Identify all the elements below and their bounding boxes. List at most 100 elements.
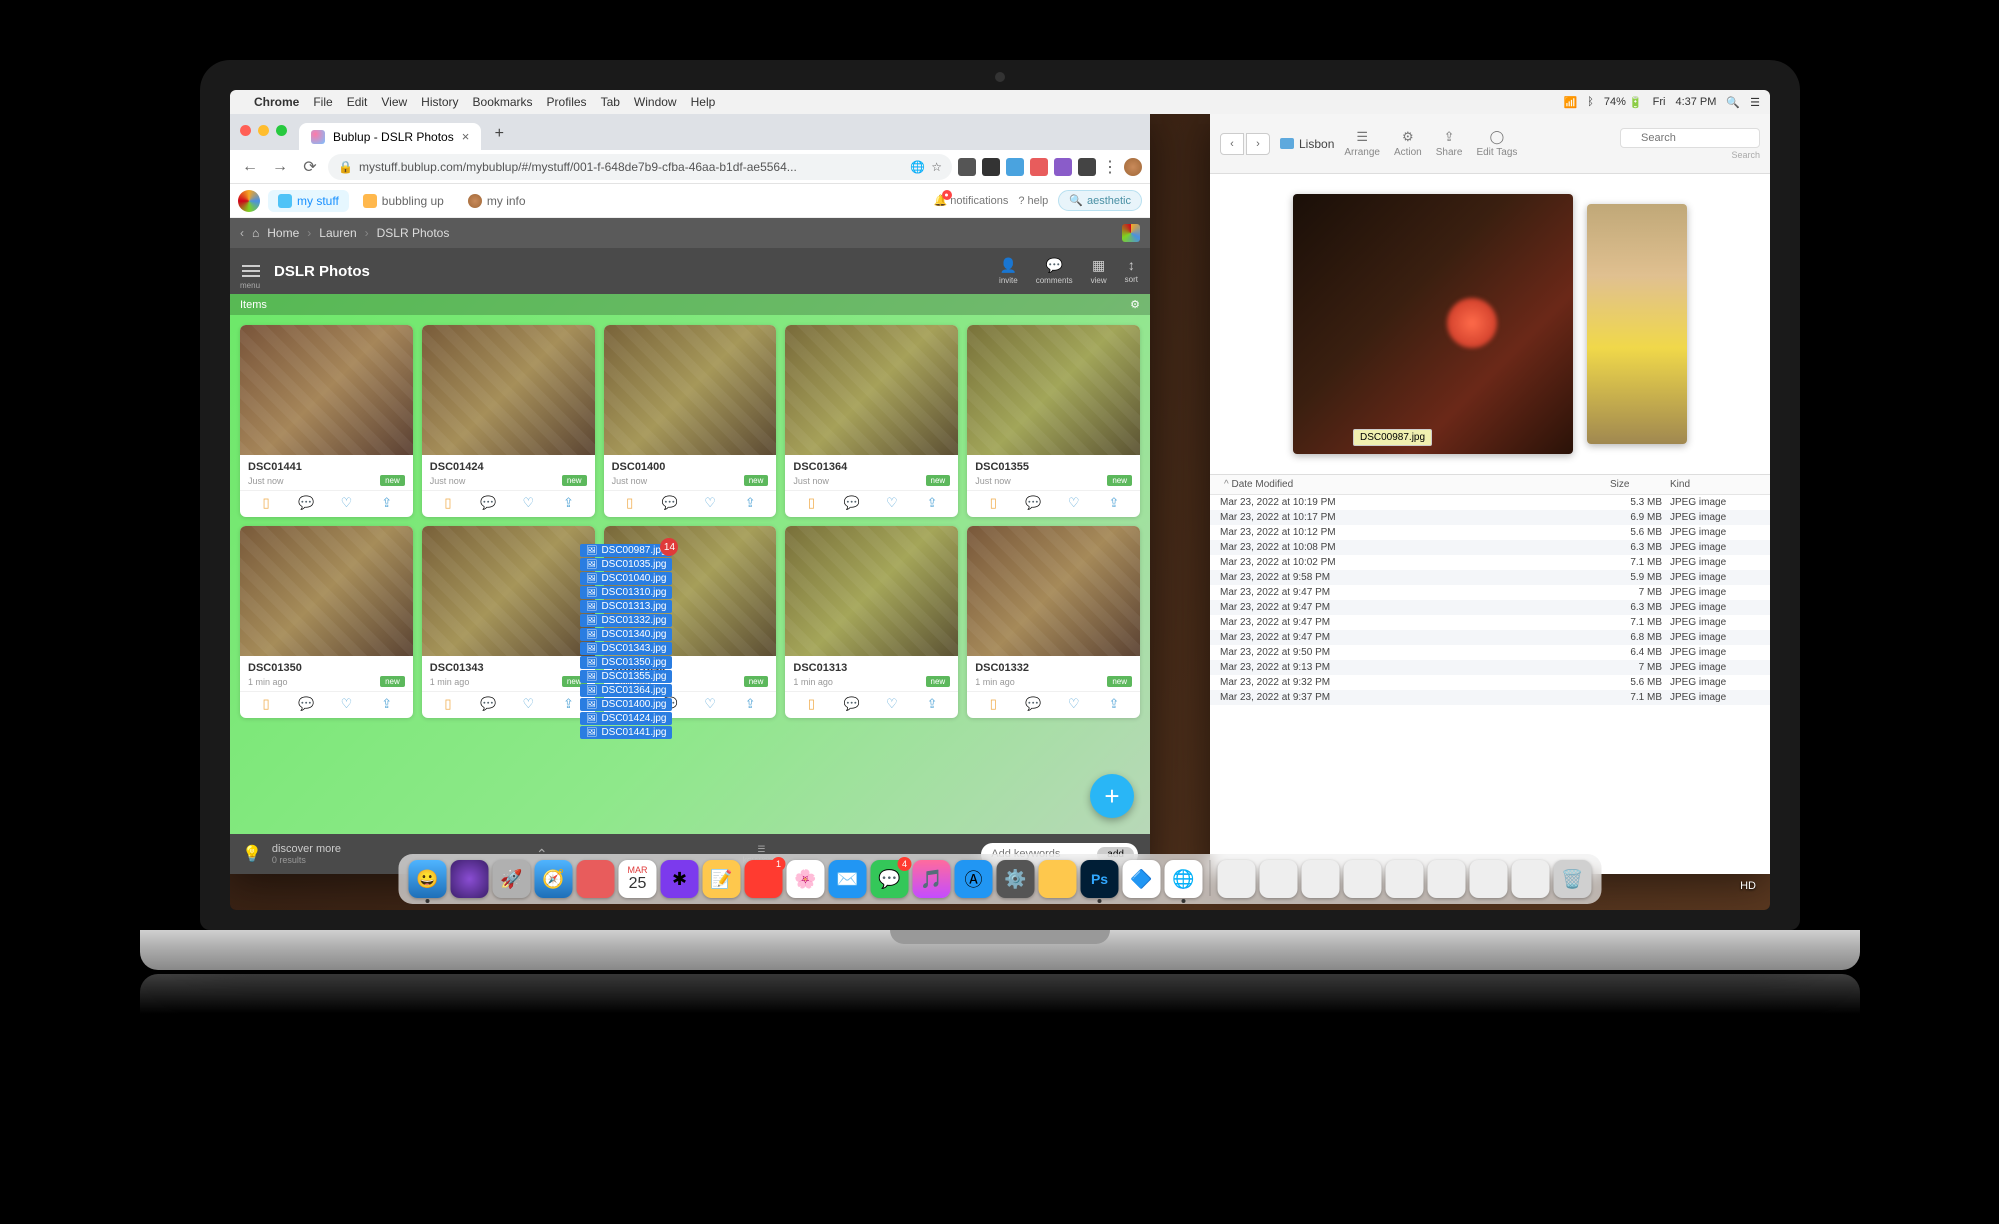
card-action-comment-icon[interactable]: 💬 (1024, 696, 1042, 712)
finder-list-row[interactable]: Mar 23, 2022 at 10:08 PM 6.3 MB JPEG ima… (1210, 540, 1770, 555)
address-bar[interactable]: 🔒 mystuff.bublup.com/mybublup/#/mystuff/… (328, 154, 952, 180)
card-action-file-icon[interactable]: ▯ (439, 495, 457, 511)
finder-arrange-button[interactable]: ☰Arrange (1344, 129, 1380, 158)
extensions-menu-icon[interactable] (1078, 158, 1096, 176)
dock-launchpad-icon[interactable]: 🚀 (493, 860, 531, 898)
breadcrumb-item[interactable]: DSLR Photos (377, 226, 450, 240)
card-action-file-icon[interactable]: ▯ (802, 696, 820, 712)
dock-minimized-window[interactable] (1470, 860, 1508, 898)
photo-card[interactable]: DSC01332 1 min agonew ▯ 💬 ♡ ⇪ (967, 526, 1140, 718)
add-fab-button[interactable]: + (1090, 774, 1134, 818)
finder-list-row[interactable]: Mar 23, 2022 at 9:13 PM 7 MB JPEG image (1210, 660, 1770, 675)
card-action-share-icon[interactable]: ⇪ (559, 495, 577, 511)
finder-list-row[interactable]: Mar 23, 2022 at 9:50 PM 6.4 MB JPEG imag… (1210, 645, 1770, 660)
card-action-share-icon[interactable]: ⇪ (923, 696, 941, 712)
control-center-icon[interactable]: ☰ (1750, 96, 1760, 109)
menubar-item[interactable]: Profiles (547, 95, 587, 109)
comments-button[interactable]: 💬comments (1036, 257, 1073, 285)
breadcrumb-item[interactable]: Lauren (319, 226, 356, 240)
bublup-mini-logo[interactable] (1122, 224, 1140, 242)
card-action-file-icon[interactable]: ▯ (439, 696, 457, 712)
dock-slack-icon[interactable]: 🔷 (1123, 860, 1161, 898)
finder-search-input[interactable] (1620, 128, 1760, 148)
minimize-window-button[interactable] (258, 125, 269, 136)
dock-minimized-window[interactable] (1218, 860, 1256, 898)
maximize-window-button[interactable] (276, 125, 287, 136)
card-action-comment-icon[interactable]: 💬 (297, 495, 315, 511)
card-action-like-icon[interactable]: ♡ (1065, 696, 1083, 712)
desktop-drive-label[interactable]: HD (1740, 880, 1756, 892)
dock-minimized-window[interactable] (1302, 860, 1340, 898)
finder-list-row[interactable]: Mar 23, 2022 at 10:02 PM 7.1 MB JPEG ima… (1210, 555, 1770, 570)
extension-icon[interactable] (1054, 158, 1072, 176)
dock-notes-icon[interactable]: 📝 (703, 860, 741, 898)
menubar-item[interactable]: Window (634, 95, 677, 109)
card-action-like-icon[interactable]: ♡ (337, 495, 355, 511)
menubar-item[interactable]: Help (691, 95, 716, 109)
card-action-share-icon[interactable]: ⇪ (741, 696, 759, 712)
card-action-share-icon[interactable]: ⇪ (559, 696, 577, 712)
card-action-comment-icon[interactable]: 💬 (1024, 495, 1042, 511)
card-action-like-icon[interactable]: ♡ (701, 696, 719, 712)
card-action-comment-icon[interactable]: 💬 (661, 495, 679, 511)
finder-list-row[interactable]: Mar 23, 2022 at 9:47 PM 7 MB JPEG image (1210, 585, 1770, 600)
spotlight-icon[interactable]: 🔍 (1726, 96, 1740, 109)
invite-button[interactable]: 👤invite (999, 257, 1018, 285)
dock-appstore-icon[interactable]: Ⓐ (955, 860, 993, 898)
card-action-share-icon[interactable]: ⇪ (1105, 495, 1123, 511)
wifi-icon[interactable]: 📶 (1564, 96, 1578, 109)
finder-col-size[interactable]: Size (1610, 479, 1670, 490)
browser-forward-button[interactable]: → (268, 155, 292, 179)
dock-app-icon[interactable]: ✱ (661, 860, 699, 898)
breadcrumb-home[interactable]: Home (267, 226, 299, 240)
finder-preview-image[interactable]: DSC00987.jpg (1293, 194, 1573, 454)
photo-card[interactable]: DSC01424 Just nownew ▯ 💬 ♡ ⇪ (422, 325, 595, 517)
dock-music-icon[interactable]: 🎵 (913, 860, 951, 898)
dock-minimized-window[interactable] (1386, 860, 1424, 898)
tab-bubblingup[interactable]: bubbling up (353, 190, 454, 212)
finder-list-row[interactable]: Mar 23, 2022 at 10:17 PM 6.9 MB JPEG ima… (1210, 510, 1770, 525)
translate-icon[interactable]: 🌐 (910, 160, 925, 174)
dock-messages-icon[interactable]: 💬4 (871, 860, 909, 898)
card-action-comment-icon[interactable]: 💬 (479, 495, 497, 511)
dock-siri-icon[interactable] (451, 860, 489, 898)
photo-card[interactable]: DSC01350 1 min agonew ▯ 💬 ♡ ⇪ (240, 526, 413, 718)
dock-reminders-icon[interactable]: 1 (745, 860, 783, 898)
menubar-item[interactable]: File (313, 95, 332, 109)
dock-minimized-window[interactable] (1260, 860, 1298, 898)
dock-minimized-window[interactable] (1428, 860, 1466, 898)
card-action-share-icon[interactable]: ⇪ (923, 495, 941, 511)
photo-card[interactable]: DSC01400 Just nownew ▯ 💬 ♡ ⇪ (604, 325, 777, 517)
notifications-button[interactable]: 🔔●notifications (934, 194, 1009, 207)
finder-tags-button[interactable]: ◯Edit Tags (1476, 129, 1517, 158)
browser-tab[interactable]: Bublup - DSLR Photos × (299, 123, 481, 150)
finder-list-row[interactable]: Mar 23, 2022 at 9:47 PM 6.8 MB JPEG imag… (1210, 630, 1770, 645)
view-button[interactable]: ▦view (1091, 257, 1107, 285)
card-action-file-icon[interactable]: ▯ (984, 495, 1002, 511)
menubar-item[interactable]: Tab (601, 95, 620, 109)
dock-chrome-icon[interactable]: 🌐 (1165, 860, 1203, 898)
discover-label[interactable]: discover more (272, 843, 341, 855)
menubar-item[interactable]: Edit (347, 95, 368, 109)
dock-photoshop-icon[interactable]: Ps (1081, 860, 1119, 898)
finder-col-kind[interactable]: Kind (1670, 479, 1760, 490)
photo-card[interactable]: DSC01364 Just nownew ▯ 💬 ♡ ⇪ (785, 325, 958, 517)
card-action-comment-icon[interactable]: 💬 (843, 696, 861, 712)
card-action-comment-icon[interactable]: 💬 (479, 696, 497, 712)
finder-share-button[interactable]: ⇪Share (1436, 129, 1463, 158)
photo-card[interactable]: DSC01313 1 min agonew ▯ 💬 ♡ ⇪ (785, 526, 958, 718)
card-action-share-icon[interactable]: ⇪ (378, 495, 396, 511)
card-action-share-icon[interactable]: ⇪ (741, 495, 759, 511)
tab-mystuff[interactable]: my stuff (268, 190, 349, 212)
card-action-like-icon[interactable]: ♡ (1065, 495, 1083, 511)
dock-calendar-icon[interactable]: MAR25 (619, 860, 657, 898)
help-button[interactable]: ?help (1018, 195, 1048, 207)
battery-status[interactable]: 74% 🔋 (1604, 96, 1643, 109)
card-action-like-icon[interactable]: ♡ (883, 696, 901, 712)
finder-list-row[interactable]: Mar 23, 2022 at 10:19 PM 5.3 MB JPEG ima… (1210, 495, 1770, 510)
card-action-share-icon[interactable]: ⇪ (1105, 696, 1123, 712)
dock-photobooth-icon[interactable] (577, 860, 615, 898)
finder-list-row[interactable]: Mar 23, 2022 at 9:47 PM 6.3 MB JPEG imag… (1210, 600, 1770, 615)
finder-action-button[interactable]: ⚙Action (1394, 129, 1422, 158)
dock-stickies-icon[interactable] (1039, 860, 1077, 898)
